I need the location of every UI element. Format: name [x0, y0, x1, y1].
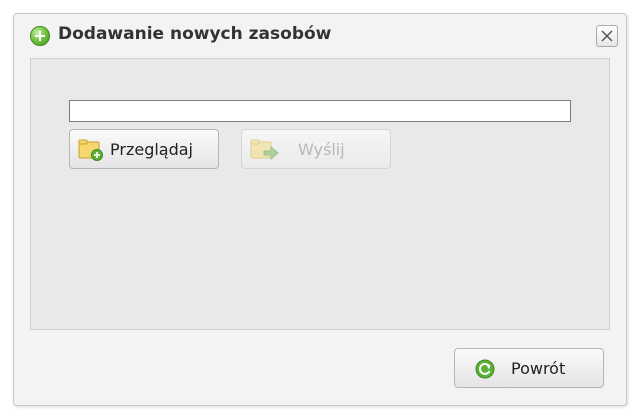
send-button-label: Wyślij: [298, 140, 345, 159]
file-path-input[interactable]: [69, 100, 571, 122]
add-resources-dialog: Dodawanie nowych zasobów Przeglądaj Wyśl…: [13, 13, 627, 406]
upload-panel: Przeglądaj Wyślij: [30, 58, 610, 330]
return-button[interactable]: Powrót: [454, 348, 604, 388]
return-button-label: Powrót: [511, 359, 566, 378]
close-icon: [601, 30, 613, 42]
dialog-title: Dodawanie nowych zasobów: [58, 24, 332, 44]
browse-button-label: Przeglądaj: [110, 140, 193, 159]
close-button[interactable]: [596, 25, 618, 47]
folder-upload-icon: [250, 139, 279, 161]
add-circle-icon: [30, 26, 50, 46]
folder-add-icon: [78, 139, 103, 161]
send-button[interactable]: Wyślij: [241, 129, 391, 169]
dialog-titlebar: Dodawanie nowych zasobów: [14, 14, 626, 58]
refresh-icon: [475, 359, 495, 379]
browse-button[interactable]: Przeglądaj: [69, 129, 219, 169]
